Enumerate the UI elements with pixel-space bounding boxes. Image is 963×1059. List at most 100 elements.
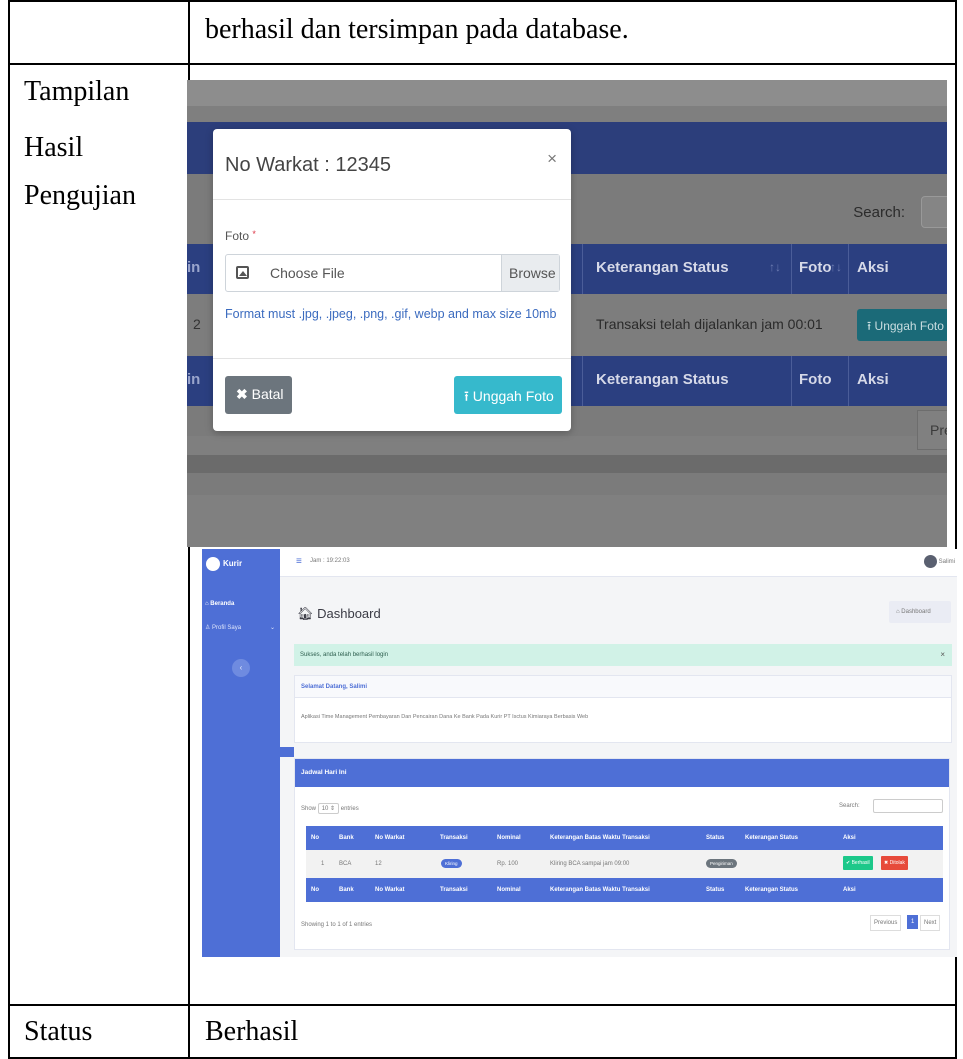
prev-button[interactable]: Prev (917, 410, 947, 450)
sidebar-bottom (202, 757, 280, 957)
tf-transaksi: Transaksi (440, 887, 468, 893)
reject-button[interactable]: ✖ Ditolak (881, 856, 908, 870)
pager-1[interactable]: 1 (907, 915, 919, 929)
column-separator (582, 356, 583, 406)
cancel-button[interactable]: ✖ Batal (225, 376, 292, 414)
jadwal-card: Jadwal Hari Ini Show 10 ⇕ entries Search… (294, 758, 950, 950)
pager-previous[interactable]: Previous (870, 915, 902, 931)
user-menu[interactable]: Salimi (923, 555, 955, 568)
jadwal-header (295, 759, 949, 787)
jadwal-title: Jadwal Hari Ini (301, 769, 347, 776)
close-icon[interactable]: × (547, 149, 557, 169)
upload-modal: No Warkat : 12345 × Foto * Choose File B… (213, 129, 571, 431)
tf-nominal: Nominal (497, 887, 521, 893)
browse-button[interactable]: Browse (501, 255, 559, 291)
tf-foto: Foto (799, 371, 832, 388)
upload-icon: ⭱ (867, 319, 875, 333)
sidebar: Kurir ⌂ Beranda ♙ Profil Saya ⌄ ‹ (202, 549, 280, 759)
top-cell-text: berhasil dan tersimpan pada database. (205, 14, 629, 45)
search-label: Search: (853, 204, 905, 221)
cell-status-badge: Pengiriman (706, 859, 737, 868)
status-value: Berhasil (205, 1016, 299, 1047)
search-input[interactable] (873, 799, 943, 813)
th-aksi[interactable]: Aksi (857, 259, 889, 276)
row-divider (8, 1004, 957, 1006)
upload-button[interactable]: ⭱ Unggah Foto (454, 376, 562, 414)
close-icon[interactable]: × (940, 650, 945, 659)
th-keterangan-status[interactable]: Keterangan Status (596, 259, 729, 276)
tf-ket-status: Keterangan Status (745, 887, 799, 893)
th-transaksi[interactable]: Transaksi (440, 835, 468, 841)
tf-warkat: No Warkat (375, 887, 405, 893)
sidebar-toggle[interactable]: ‹ (232, 659, 250, 677)
th-status[interactable]: Status (706, 835, 724, 841)
tf-status: Status (706, 887, 725, 893)
cell-no: 1 (321, 861, 325, 867)
approve-button[interactable]: ✔ Berhasil (843, 856, 873, 870)
modal-divider (213, 199, 571, 200)
row-keterangan: Transaksi telah dijalankan jam 00:01 (596, 316, 823, 332)
menu-icon[interactable]: ≡ (296, 556, 302, 567)
entries-select[interactable]: 10 ⇕ (317, 803, 340, 814)
th-keterangan[interactable]: Keterangan Batas Waktu Transaksi (550, 835, 650, 841)
tf-keterangan: Keterangan Batas Waktu Transaksi (550, 887, 650, 893)
page-title: 🏠︎ Dashboard (297, 606, 381, 621)
modal-divider (213, 358, 571, 359)
sort-icon: ↑↓ (830, 260, 842, 274)
avatar (923, 555, 937, 568)
search-input[interactable] (921, 196, 947, 228)
row-divider (8, 63, 957, 65)
dashboard-screenshot: Kurir ⌂ Beranda ♙ Profil Saya ⌄ ‹ ≡ Jam :… (202, 549, 957, 759)
file-input[interactable]: Choose File Browse (225, 254, 560, 292)
dimmed-bottom (187, 495, 947, 547)
x-icon: ✖ (236, 386, 252, 402)
modal-title: No Warkat : 12345 (225, 154, 392, 176)
cell-warkat: 12 (375, 861, 382, 867)
th-warkat[interactable]: No Warkat (375, 835, 404, 841)
welcome-card: Selamat Datang, Salimi Aplikasi Time Man… (294, 675, 952, 743)
th-bank[interactable]: Bank (339, 835, 354, 841)
success-alert: Sukses, anda telah berhasil login × (294, 644, 952, 666)
chevron-down-icon: ⌄ (269, 625, 275, 631)
file-format-hint: Format must .jpg, .jpeg, .png, .gif, web… (225, 307, 557, 321)
tf-aksi: Aksi (843, 887, 856, 893)
label-tampilan: Tampilan (24, 76, 130, 107)
brand[interactable]: Kurir (202, 549, 280, 577)
show-label: Show 10 ⇕ entries (301, 803, 359, 814)
th-ket-status[interactable]: Keterangan Status (745, 835, 798, 841)
column-separator (582, 244, 583, 294)
partial-cell: 2 (193, 316, 201, 332)
file-placeholder: Choose File (270, 265, 345, 281)
showing-info: Showing 1 to 1 of 1 entries (301, 922, 373, 928)
tf-keterangan-status: Keterangan Status (596, 371, 729, 388)
breadcrumb[interactable]: ⌂ Dashboard (889, 601, 951, 623)
dimmed-header (187, 80, 947, 106)
column-separator (848, 356, 849, 406)
row-upload-button[interactable]: ⭱ Unggah Foto (857, 309, 947, 341)
label-status: Status (24, 1016, 93, 1047)
user-circle-icon (206, 557, 220, 571)
upload-icon: ⭱ (464, 388, 473, 404)
tf-no: No (311, 887, 319, 893)
tf-bank: Bank (339, 887, 354, 893)
topbar: ≡ Jam : 19:22:03 Salimi (280, 549, 957, 577)
image-icon (236, 266, 249, 279)
column-separator (791, 244, 792, 294)
sidebar-item-profil[interactable]: ♙ Profil Saya ⌄ (205, 624, 275, 631)
th-aksi[interactable]: Aksi (843, 835, 856, 841)
pager-next[interactable]: Next (920, 915, 941, 931)
sidebar-item-beranda[interactable]: ⌂ Beranda (205, 601, 234, 607)
th-nominal[interactable]: Nominal (497, 835, 521, 841)
partial-header: in (187, 371, 201, 388)
cell-transaksi-badge: Kliring (441, 859, 462, 868)
required-mark: * (252, 229, 256, 239)
cell-keterangan: Kliring BCA sampai jam 09:00 (550, 861, 630, 867)
cell-bank: BCA (339, 861, 352, 867)
welcome-title: Selamat Datang, Salimi (295, 676, 951, 698)
th-foto[interactable]: Foto (799, 259, 831, 276)
cell-nominal: Rp. 100 (497, 861, 519, 867)
partial-header: in (187, 259, 201, 276)
column-separator (791, 356, 792, 406)
th-no[interactable]: No (311, 835, 319, 841)
column-separator (848, 244, 849, 294)
